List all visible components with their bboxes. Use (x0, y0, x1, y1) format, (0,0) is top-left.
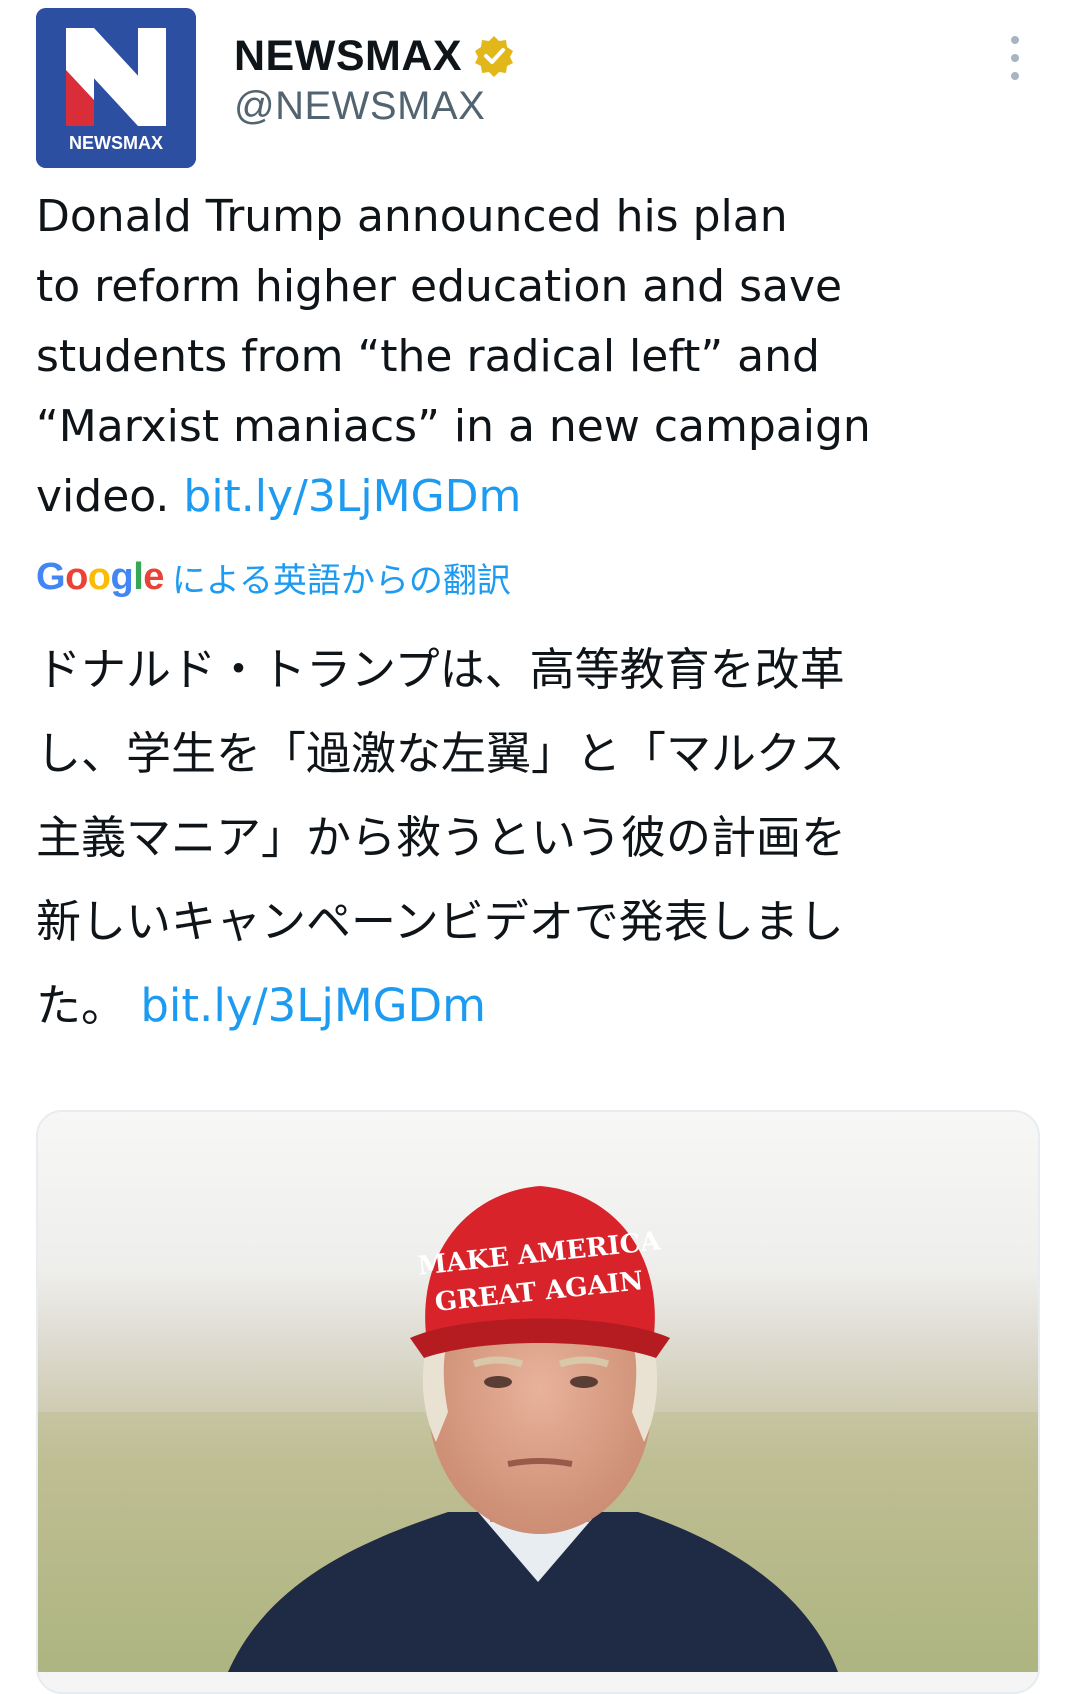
translated-text-prefix: た。 (36, 979, 141, 1032)
translated-text-line-last: た。 bit.ly/3LjMGDm (36, 964, 1046, 1048)
handle[interactable]: @NEWSMAX (234, 84, 516, 129)
translated-link[interactable]: bit.ly/3LjMGDm (140, 979, 486, 1032)
newsmax-logo-icon: NEWSMAX (36, 8, 196, 168)
tweet: NEWSMAX NEWSMAX @NEWSMAX Donald Trump an… (0, 0, 1078, 1694)
tweet-text: Donald Trump announced his plan to refor… (36, 182, 1046, 532)
translated-text: ドナルド・トランプは、高等教育を改革 し、学生を「過激な左翼」と「マルクス 主義… (36, 628, 1046, 1048)
translated-text-line: し、学生を「過激な左翼」と「マルクス (36, 727, 845, 780)
avatar[interactable]: NEWSMAX (36, 8, 196, 168)
avatar-caption: NEWSMAX (69, 133, 163, 153)
verified-badge-icon (475, 36, 514, 77)
translated-text-line: 主義マニア」から救うという彼の計画を (36, 811, 847, 864)
photo: MAKE AMERICA GREAT AGAIN (38, 1112, 1038, 1672)
translation-label: による英語からの翻訳 (171, 560, 511, 601)
tweet-text-line-last: video. bit.ly/3LjMGDm (36, 462, 1046, 532)
tweet-link[interactable]: bit.ly/3LjMGDm (183, 471, 521, 522)
tweet-text-line: to reform higher education and save (36, 261, 843, 312)
display-name[interactable]: NEWSMAX (234, 32, 462, 81)
translated-text-line: ドナルド・トランプは、高等教育を改革 (36, 643, 845, 696)
tweet-text-prefix: video. (36, 471, 184, 522)
translated-text-line: 新しいキャンペーンビデオで発表しまし (36, 895, 844, 948)
tweet-text-line: “Marxist maniacs” in a new campaign (36, 401, 871, 452)
translation-attribution[interactable]: Google による英語からの翻訳 (36, 552, 511, 602)
display-name-row: NEWSMAX (234, 28, 516, 84)
author-block: NEWSMAX @NEWSMAX (234, 28, 516, 129)
tweet-text-line: Donald Trump announced his plan (36, 191, 788, 242)
media-image[interactable]: MAKE AMERICA GREAT AGAIN (36, 1110, 1040, 1694)
tweet-text-line: students from “the radical left” and (36, 331, 820, 382)
more-vertical-icon[interactable] (1000, 36, 1030, 80)
google-logo: Google (36, 555, 164, 598)
